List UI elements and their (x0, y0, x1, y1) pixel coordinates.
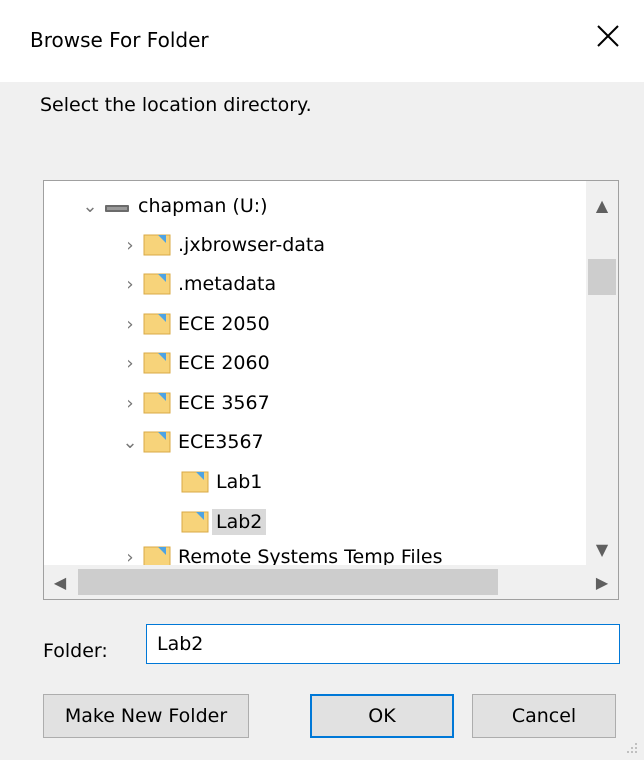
tree-item-ece-2050[interactable]: › ECE 2050 (120, 306, 274, 342)
tree-item-label: chapman (U:) (138, 195, 268, 217)
tree-item-metadata[interactable]: › .metadata (120, 266, 280, 302)
folder-icon (143, 392, 171, 414)
folder-icon (181, 511, 209, 533)
folder-icon (143, 431, 171, 453)
resize-grip-icon[interactable] (624, 740, 638, 754)
tree-item-ece3567[interactable]: ⌄ ECE3567 (120, 424, 268, 460)
ok-button[interactable]: OK (310, 694, 454, 738)
folder-icon (143, 313, 171, 335)
vertical-scrollbar[interactable]: ▲ ▼ (586, 181, 618, 565)
tree-item-ece-2060[interactable]: › ECE 2060 (120, 345, 274, 381)
chevron-down-icon[interactable]: ⌄ (80, 196, 100, 217)
cancel-button[interactable]: Cancel (472, 694, 616, 738)
folder-icon (143, 234, 171, 256)
scroll-left-icon[interactable]: ◀ (44, 566, 76, 598)
title-bar: Browse For Folder (0, 0, 644, 82)
tree-item-label: ECE 2060 (178, 352, 270, 374)
horizontal-scrollbar[interactable]: ◀ ▶ (44, 565, 618, 599)
folder-icon (143, 273, 171, 295)
horizontal-scroll-thumb[interactable] (78, 569, 498, 595)
scroll-up-icon[interactable]: ▲ (586, 189, 618, 221)
tree-item-ece-3567[interactable]: › ECE 3567 (120, 385, 274, 421)
browse-for-folder-dialog: Browse For Folder Select the location di… (0, 0, 644, 760)
chevron-right-icon[interactable]: › (120, 353, 140, 374)
folder-icon (181, 471, 209, 493)
tree-item-lab1[interactable]: Lab1 (158, 464, 266, 500)
dialog-title: Browse For Folder (30, 28, 209, 52)
scroll-right-icon[interactable]: ▶ (586, 566, 618, 598)
tree-item-label: .jxbrowser-data (178, 234, 326, 256)
tree-item-label: .metadata (178, 273, 277, 295)
folder-tree[interactable]: ⌄ chapman (U:) › .jxbrowser-data › .meta… (43, 180, 619, 600)
prompt-text: Select the location directory. (40, 94, 312, 116)
chevron-right-icon[interactable]: › (120, 314, 140, 335)
close-icon[interactable] (594, 22, 622, 50)
tree-item-label: Lab1 (216, 471, 263, 493)
tree-item-jxbrowser-data[interactable]: › .jxbrowser-data (120, 227, 329, 263)
tree-item-lab2[interactable]: Lab2 (158, 504, 267, 540)
chevron-right-icon[interactable]: › (120, 274, 140, 295)
vertical-scroll-thumb[interactable] (588, 259, 616, 295)
scroll-down-icon[interactable]: ▼ (586, 533, 618, 565)
drive-icon (105, 205, 129, 212)
folder-field-label: Folder: (43, 640, 108, 662)
tree-item-label: ECE 2050 (178, 313, 270, 335)
tree-item-label: ECE3567 (178, 431, 264, 453)
chevron-right-icon[interactable]: › (120, 393, 140, 414)
chevron-down-icon[interactable]: ⌄ (120, 432, 140, 453)
chevron-right-icon[interactable]: › (120, 235, 140, 256)
make-new-folder-button[interactable]: Make New Folder (43, 694, 249, 738)
tree-item-chapman[interactable]: ⌄ chapman (U:) (80, 188, 272, 224)
tree-item-label: ECE 3567 (178, 392, 270, 414)
folder-input[interactable] (146, 624, 620, 664)
folder-icon (143, 352, 171, 374)
tree-item-label: Lab2 (212, 509, 267, 535)
